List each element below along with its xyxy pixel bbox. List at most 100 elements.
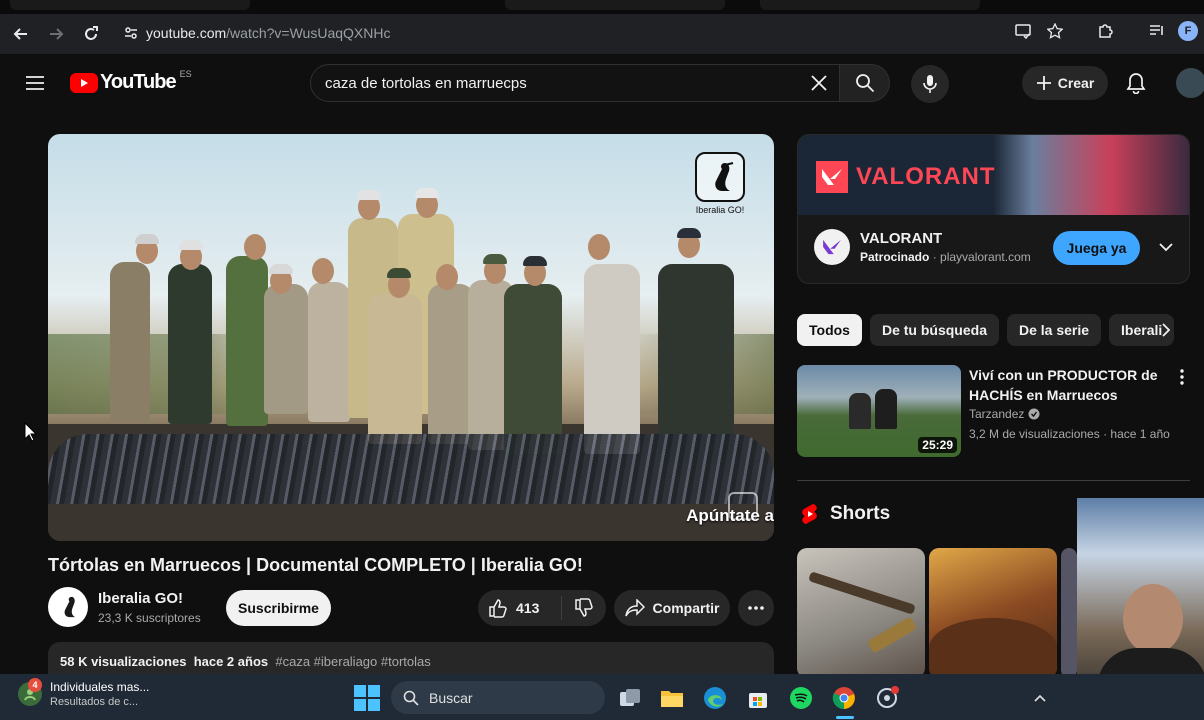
settings-icon (877, 686, 899, 708)
media-controls-button[interactable] (1146, 20, 1168, 42)
hamburger-icon (26, 76, 44, 90)
sponsored-label: Patrocinado (860, 250, 930, 264)
advertiser-name: VALORANT (860, 230, 943, 247)
extensions-button[interactable] (1094, 20, 1116, 42)
recommended-title[interactable]: Viví con un PRODUCTOR de HACHÍS en Marru… (969, 365, 1169, 405)
ad-banner-text: VALORANT (856, 163, 996, 190)
puzzle-icon (1099, 24, 1113, 38)
verified-icon (1028, 408, 1040, 420)
bell-icon (1126, 73, 1146, 94)
advertiser-icon[interactable] (814, 229, 850, 265)
dislike-button[interactable] (562, 598, 606, 618)
country-code: ES (179, 68, 192, 79)
cast-icon (1015, 24, 1031, 39)
chip-todos[interactable]: Todos (797, 314, 862, 346)
clear-search-button[interactable] (799, 74, 839, 92)
view-count: 58 K visualizaciones (60, 654, 187, 669)
guide-menu-button[interactable] (22, 70, 48, 96)
shorts-header: Shorts (800, 503, 890, 525)
app-with-notification-button[interactable] (873, 684, 901, 712)
taskbar-widget[interactable]: 4 Individuales mas... Resultados de c... (18, 678, 150, 708)
ad-banner-image[interactable]: VALORANT (798, 135, 1189, 215)
microphone-icon (923, 75, 937, 93)
recommended-views: 3,2 M de visualizaciones (969, 427, 1100, 441)
valorant-logo: VALORANT (816, 161, 996, 193)
recommended-channel-name: Tarzandez (969, 407, 1025, 421)
plus-icon (1036, 76, 1051, 90)
shorts-label: Shorts (830, 503, 891, 524)
reload-button[interactable] (74, 17, 108, 51)
subscribe-overlay-text[interactable]: Apúntate a (686, 506, 774, 526)
chip-de-tu-busqueda[interactable]: De tu búsqueda (869, 314, 999, 346)
subscribe-button[interactable]: Suscribirme (226, 590, 331, 626)
chips-next-button[interactable] (1156, 320, 1176, 340)
widget-title: Individuales mas... (50, 680, 150, 694)
task-view-button[interactable] (616, 684, 644, 712)
url-text: youtube.com/watch?v=WusUaqQXNHc (146, 25, 390, 41)
recommended-age: hace 1 año (1110, 427, 1170, 441)
ad-expand-button[interactable] (1154, 235, 1178, 259)
browser-tab[interactable] (760, 0, 980, 10)
file-explorer-button[interactable] (658, 684, 686, 712)
search-icon (855, 74, 874, 93)
recommended-meta: 3,2 M de visualizaciones · hace 1 año (969, 427, 1170, 441)
like-count: 413 (516, 600, 540, 616)
more-actions-button[interactable] (738, 590, 774, 626)
account-avatar[interactable] (1176, 68, 1204, 98)
video-duration: 25:29 (918, 437, 957, 453)
url-path: /watch?v=WusUaqQXNHc (226, 25, 391, 41)
create-button[interactable]: Crear (1022, 66, 1108, 100)
ad-cta-button[interactable]: Juega ya (1053, 231, 1140, 265)
chip-de-la-serie[interactable]: De la serie (1006, 314, 1102, 346)
spotify-icon (790, 687, 812, 709)
more-horizontal-icon (748, 606, 764, 610)
forward-button[interactable] (39, 17, 73, 51)
like-button[interactable]: 413 (478, 596, 562, 620)
short-thumbnail[interactable] (929, 548, 1057, 678)
notifications-button[interactable] (1122, 68, 1150, 98)
browser-toolbar: youtube.com/watch?v=WusUaqQXNHc F (0, 14, 1204, 54)
recommended-thumbnail[interactable]: 25:29 (797, 365, 961, 457)
recommended-more-button[interactable] (1175, 367, 1189, 387)
chrome-button[interactable] (830, 684, 858, 712)
subscriber-count: 23,3 K suscriptores (98, 611, 201, 625)
store-button[interactable] (744, 684, 772, 712)
short-thumbnail[interactable] (1061, 548, 1077, 678)
edge-button[interactable] (701, 684, 729, 712)
reload-icon (85, 26, 98, 40)
sponsored-ad-card[interactable]: VALORANT VALORANT Patrocinado · playvalo… (797, 134, 1190, 284)
site-info-icon[interactable] (116, 25, 146, 41)
back-button[interactable] (4, 17, 38, 51)
ad-domain: playvalorant.com (940, 250, 1031, 264)
recommended-video[interactable]: 25:29 Viví con un PRODUCTOR de HACHÍS en… (797, 365, 1190, 459)
url-host: youtube.com (146, 25, 227, 41)
browser-tab[interactable] (505, 0, 725, 10)
widget-badge: 4 (28, 678, 42, 692)
cast-button[interactable] (1012, 20, 1034, 42)
bookmark-button[interactable] (1044, 20, 1066, 42)
voice-search-button[interactable] (911, 65, 949, 103)
channel-avatar[interactable] (48, 587, 88, 627)
arrow-left-icon (13, 28, 27, 40)
watermark-text: Iberalia GO! (695, 205, 745, 215)
spotify-button[interactable] (787, 684, 815, 712)
video-player[interactable]: Iberalia GO! Apúntate a (48, 134, 774, 541)
taskbar-search[interactable]: Buscar (391, 681, 605, 714)
youtube-logo[interactable]: YouTube ES (70, 68, 192, 94)
start-button[interactable] (354, 685, 380, 711)
recommended-channel[interactable]: Tarzandez (969, 407, 1040, 421)
browser-tab[interactable] (10, 0, 250, 10)
hashtags[interactable]: #caza #iberaliago #tortolas (275, 654, 430, 669)
show-hidden-icons-button[interactable] (1030, 688, 1050, 708)
omnibox[interactable]: youtube.com/watch?v=WusUaqQXNHc (116, 18, 1096, 48)
share-label: Compartir (652, 600, 720, 616)
channel-name[interactable]: Iberalia GO! (98, 590, 183, 607)
folder-icon (661, 691, 683, 707)
search-button[interactable] (840, 64, 890, 102)
profile-avatar[interactable]: F (1178, 21, 1198, 41)
share-button[interactable]: Compartir (614, 590, 730, 626)
close-icon (811, 75, 827, 91)
channel-watermark[interactable]: Iberalia GO! (694, 152, 746, 222)
short-thumbnail[interactable] (797, 548, 925, 678)
search-input[interactable]: caza de tortolas en marruecps (310, 64, 840, 102)
